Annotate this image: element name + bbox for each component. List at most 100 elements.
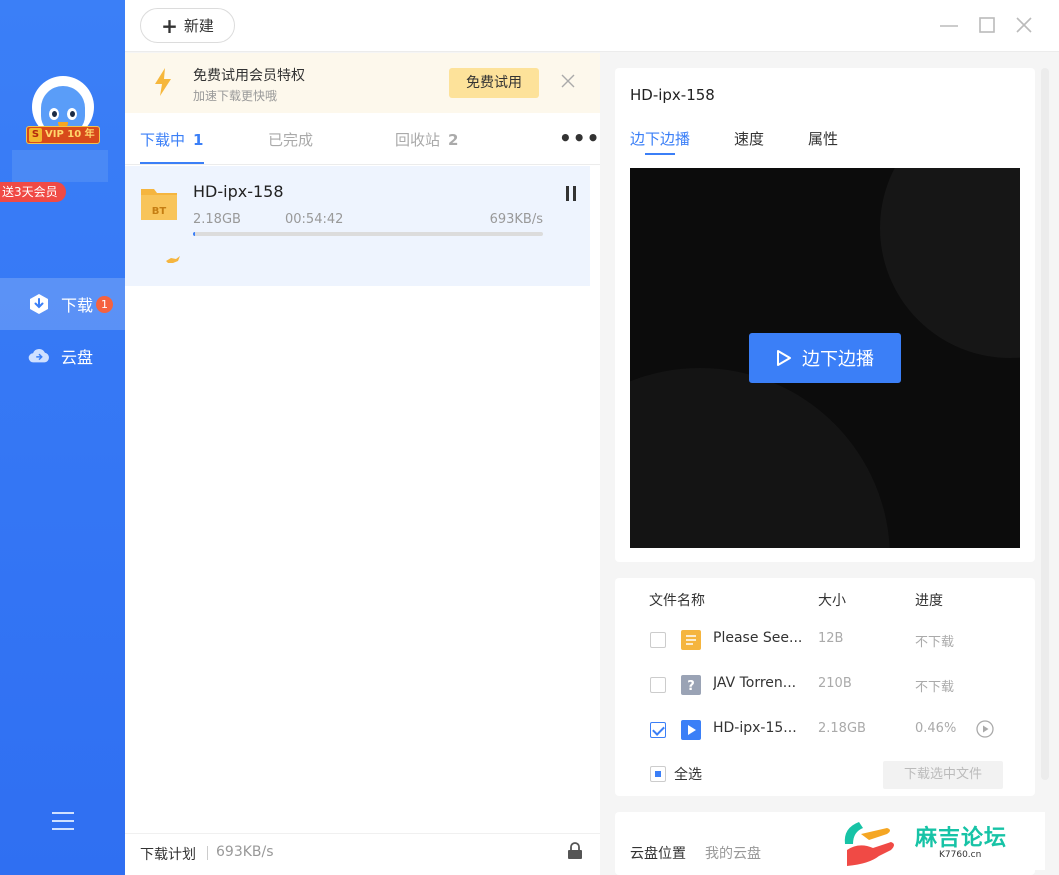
- header-size: 大小: [818, 593, 846, 609]
- plus-icon: +: [161, 13, 178, 38]
- watermark-url: K7760.cn: [939, 850, 982, 860]
- lightning-icon: [153, 67, 173, 97]
- close-icon[interactable]: [559, 72, 577, 90]
- video-player[interactable]: 边下边播: [630, 168, 1020, 548]
- sidebar-item-cloud[interactable]: 云盘: [0, 330, 125, 382]
- cloud-location-label: 云盘位置: [630, 846, 686, 862]
- header-file-name: 文件名称: [649, 593, 705, 609]
- divider: [207, 846, 208, 860]
- player-bg-shape: [880, 168, 1020, 358]
- username-blurred: [12, 150, 108, 182]
- cloud-location-value[interactable]: 我的云盘: [705, 843, 761, 863]
- download-task-row[interactable]: BT HD-ipx-158 2.18GB 00:54:42 693KB/s: [125, 166, 590, 286]
- trial-subtitle: 加速下载更快哦: [193, 89, 278, 103]
- file-checkbox[interactable]: [650, 632, 666, 648]
- new-task-label: 新建: [183, 17, 214, 35]
- file-size: 12B: [818, 631, 844, 646]
- play-icon: [777, 350, 791, 366]
- file-list-panel: 文件名称 大小 进度 Please See... 12B 不下载 ? JAV T…: [615, 578, 1035, 796]
- new-task-button[interactable]: + 新建: [140, 8, 235, 43]
- detail-title: HD-ipx-158: [630, 86, 715, 104]
- promo-tag[interactable]: 送3天会员: [0, 182, 66, 202]
- play-circle-icon[interactable]: [976, 720, 994, 738]
- tab-count: 2: [448, 131, 459, 149]
- download-plan-button[interactable]: 下载计划: [140, 844, 196, 864]
- svg-text:BT: BT: [152, 206, 167, 217]
- tab-properties[interactable]: 属性: [808, 128, 838, 149]
- video-file-icon: [681, 720, 701, 740]
- select-all-label: 全选: [674, 767, 702, 783]
- minimize-icon[interactable]: [938, 14, 960, 36]
- eye-icon: [49, 108, 59, 120]
- free-trial-button[interactable]: 免费试用: [449, 68, 539, 98]
- trial-title: 免费试用会员特权: [193, 68, 305, 84]
- vip-s-icon: S: [29, 128, 42, 142]
- watermark-text: 麻吉论坛: [915, 826, 1008, 851]
- task-name: HD-ipx-158: [193, 182, 284, 201]
- player-bg-shape: [630, 368, 890, 548]
- file-name: JAV Torren...: [713, 675, 797, 691]
- download-tabs: 下载中 1 已完成 回收站 2 •••: [125, 113, 600, 165]
- tab-completed[interactable]: 已完成: [268, 129, 313, 150]
- file-progress: 不下载: [915, 635, 955, 650]
- download-list-panel: 免费试用会员特权 加速下载更快哦 免费试用 下载中 1 已完成 回收站 2 •••: [125, 53, 600, 875]
- file-checkbox[interactable]: [650, 722, 666, 738]
- download-count-badge: 1: [96, 295, 114, 313]
- file-checkbox[interactable]: [650, 677, 666, 693]
- sidebar-item-label: 云盘: [61, 348, 94, 367]
- lock-icon[interactable]: [567, 842, 583, 860]
- hamburger-menu-icon[interactable]: [52, 812, 74, 832]
- tab-recycle-bin[interactable]: 回收站 2: [395, 129, 458, 150]
- file-size: 210B: [818, 676, 852, 691]
- tab-label: 已完成: [268, 131, 314, 149]
- file-name: HD-ipx-15...: [713, 720, 797, 736]
- more-options-icon[interactable]: •••: [559, 126, 600, 150]
- task-detail-panel: HD-ipx-158 边下边播 速度 属性 边下边播: [615, 68, 1035, 562]
- stream-play-label: 边下边播: [802, 349, 874, 370]
- accelerate-bird-icon: [165, 250, 181, 263]
- file-name: Please See...: [713, 630, 803, 646]
- bt-folder-icon: BT: [140, 184, 178, 222]
- sidebar: S VIP 10 年 送3天会员 下载 1 云盘: [0, 0, 125, 875]
- header-progress: 进度: [915, 593, 943, 609]
- thunder-app-window: S VIP 10 年 送3天会员 下载 1 云盘 + 新建 免费试用会员特权 加…: [0, 0, 1059, 875]
- task-time-left: 00:54:42: [285, 212, 344, 227]
- file-progress: 不下载: [915, 680, 955, 695]
- sidebar-item-download[interactable]: 下载 1: [0, 278, 125, 330]
- tab-label: 回收站: [395, 131, 441, 149]
- pause-icon[interactable]: [565, 186, 577, 202]
- file-row[interactable]: HD-ipx-15... 2.18GB 0.46%: [615, 715, 1035, 745]
- watermark-logo-icon: [844, 822, 894, 866]
- file-progress: 0.46%: [915, 721, 957, 736]
- file-row[interactable]: Please See... 12B 不下载: [615, 625, 1035, 655]
- cloud-icon: [28, 345, 50, 367]
- vip-badge-text: VIP 10 年: [45, 129, 95, 140]
- unknown-file-icon: ?: [681, 675, 701, 695]
- top-toolbar: + 新建: [125, 0, 1059, 52]
- tab-count: 1: [193, 131, 204, 149]
- file-size: 2.18GB: [818, 721, 866, 736]
- close-icon[interactable]: [1013, 14, 1035, 36]
- maximize-icon[interactable]: [976, 14, 998, 36]
- task-size: 2.18GB: [193, 212, 241, 227]
- tab-downloading[interactable]: 下载中 1: [140, 129, 203, 150]
- select-all-checkbox[interactable]: [650, 766, 666, 782]
- watermark: 麻吉论坛 K7760.cn: [835, 812, 1045, 870]
- tab-speed[interactable]: 速度: [734, 128, 764, 149]
- active-tab-indicator: [645, 153, 675, 155]
- sidebar-item-label: 下载: [61, 296, 94, 315]
- download-selected-button[interactable]: 下载选中文件: [883, 761, 1003, 789]
- task-progress-fill: [193, 232, 195, 236]
- task-progress-bar: [193, 232, 543, 236]
- user-avatar-area[interactable]: S VIP 10 年: [26, 70, 100, 150]
- trial-banner: 免费试用会员特权 加速下载更快哦 免费试用: [125, 53, 600, 113]
- total-speed: 693KB/s: [216, 844, 274, 860]
- download-icon: [28, 293, 50, 315]
- file-row[interactable]: ? JAV Torren... 210B 不下载: [615, 670, 1035, 700]
- scrollbar[interactable]: [1041, 68, 1049, 780]
- stream-play-button[interactable]: 边下边播: [749, 333, 901, 383]
- vip-badge: S VIP 10 年: [26, 126, 100, 144]
- tab-stream-play[interactable]: 边下边播: [630, 128, 690, 149]
- svg-text:?: ?: [687, 679, 695, 694]
- document-icon: [681, 630, 701, 650]
